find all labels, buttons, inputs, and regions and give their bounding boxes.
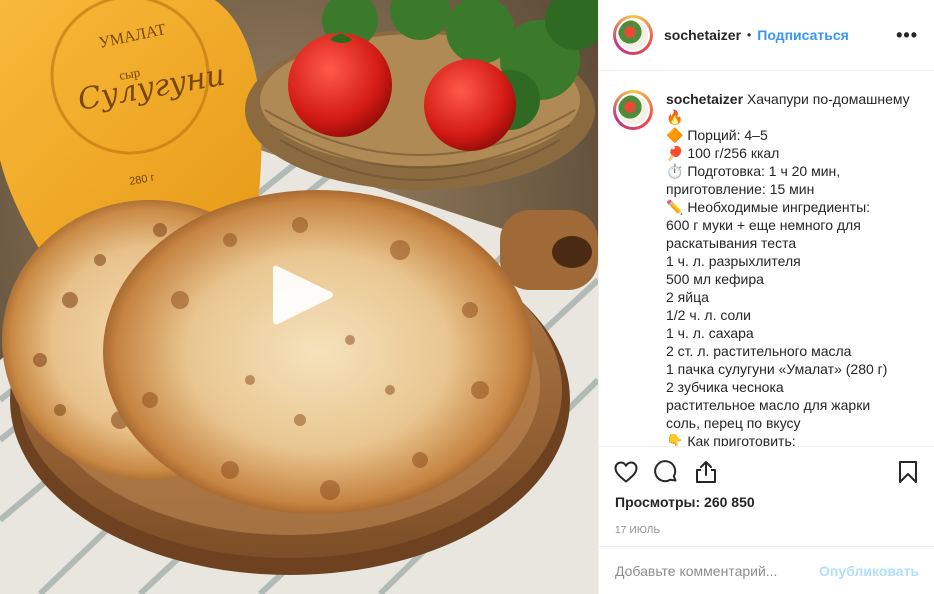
khachapuri xyxy=(103,190,533,514)
publish-button[interactable]: Опубликовать xyxy=(819,563,919,579)
comment-icon[interactable] xyxy=(653,459,679,485)
caption-username[interactable]: sochetaizer xyxy=(666,91,743,107)
username-link[interactable]: sochetaizer xyxy=(664,27,741,43)
caption-line: растительное масло для жарки xyxy=(666,397,871,413)
post-sidebar: sochetaizer • Подписаться ••• sochetaize… xyxy=(598,0,934,594)
post-video[interactable]: УМАЛАТ сыр Сулугуни 280 г xyxy=(0,0,598,594)
caption: sochetaizer Хачапури по-домашнему 🔥 🔶 По… xyxy=(666,90,916,446)
caption-line: 2 зубчика чеснока xyxy=(666,379,784,395)
post-date[interactable]: 17 июль xyxy=(599,525,934,536)
views-count[interactable]: Просмотры: 260 850 xyxy=(599,494,934,510)
caption-line: 500 мл кефира xyxy=(666,271,764,287)
caption-line: ⏱️ Подготовка: 1 ч 20 мин, xyxy=(666,163,841,179)
like-icon[interactable] xyxy=(613,459,639,485)
post-header: sochetaizer • Подписаться ••• xyxy=(599,0,934,71)
caption-line: приготовление: 15 мин xyxy=(666,181,815,197)
caption-line: 2 яйца xyxy=(666,289,709,305)
caption-line: ✏️ Необходимые ингредиенты: xyxy=(666,199,871,215)
caption-line: 1 пачка сулугуни «Умалат» (280 г) xyxy=(666,361,888,377)
caption-line: соль, перец по вкусу xyxy=(666,415,801,431)
caption-line: 👇 Как приготовить: xyxy=(666,433,796,446)
action-icons xyxy=(599,447,934,497)
post-actions: Просмотры: 260 850 17 июль xyxy=(599,446,934,546)
instagram-post: УМАЛАТ сыр Сулугуни 280 г sochetaizer • … xyxy=(0,0,934,594)
tomato xyxy=(288,33,392,137)
avatar[interactable] xyxy=(613,15,653,55)
caption-line: 1 ч. л. сахара xyxy=(666,325,754,341)
comment-bar: Опубликовать xyxy=(599,546,934,594)
play-button[interactable] xyxy=(271,262,335,328)
separator-dot: • xyxy=(747,28,752,42)
caption-line: 🏓 100 г/256 ккал xyxy=(666,145,780,161)
caption-line: Хачапури по-домашнему xyxy=(746,91,910,107)
play-icon xyxy=(273,265,333,325)
follow-button[interactable]: Подписаться xyxy=(757,27,849,43)
caption-area: sochetaizer Хачапури по-домашнему 🔥 🔶 По… xyxy=(599,72,934,446)
caption-line: 1 ч. л. разрыхлителя xyxy=(666,253,801,269)
caption-line: 600 г муки + еще немного для xyxy=(666,217,861,233)
caption-line: 🔥 xyxy=(666,109,684,125)
save-icon[interactable] xyxy=(895,459,921,485)
comment-input[interactable] xyxy=(615,562,820,579)
caption-line: 🔶 Порций: 4–5 xyxy=(666,127,768,143)
more-options-icon[interactable]: ••• xyxy=(896,25,918,46)
caption-line: раскатывания теста xyxy=(666,235,797,251)
tomato xyxy=(424,59,516,151)
avatar[interactable] xyxy=(613,90,653,130)
caption-line: 2 ст. л. растительного масла xyxy=(666,343,852,359)
share-icon[interactable] xyxy=(693,459,719,485)
caption-line: 1/2 ч. л. соли xyxy=(666,307,751,323)
